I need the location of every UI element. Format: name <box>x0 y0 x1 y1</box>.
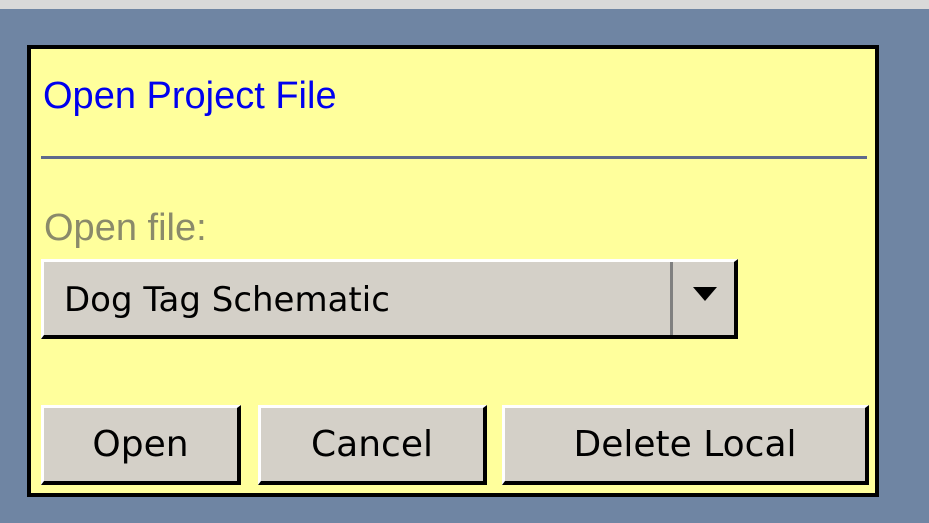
file-select-value: Dog Tag Schematic <box>64 280 390 320</box>
cancel-button-label: Cancel <box>311 423 433 465</box>
open-button-label: Open <box>92 423 189 465</box>
file-select-dropdown-button[interactable] <box>670 262 734 335</box>
open-file-label: Open file: <box>44 207 207 249</box>
dialog-title: Open Project File <box>43 75 337 117</box>
delete-local-button-label: Delete Local <box>573 423 797 465</box>
file-select[interactable]: Dog Tag Schematic <box>41 259 738 339</box>
chevron-down-icon <box>693 287 717 301</box>
open-project-dialog: Open Project File Open file: Dog Tag Sch… <box>27 45 879 497</box>
top-strip <box>0 0 929 9</box>
open-button[interactable]: Open <box>41 405 241 485</box>
delete-local-button[interactable]: Delete Local <box>502 405 869 485</box>
title-divider <box>41 156 867 159</box>
cancel-button[interactable]: Cancel <box>258 405 487 485</box>
